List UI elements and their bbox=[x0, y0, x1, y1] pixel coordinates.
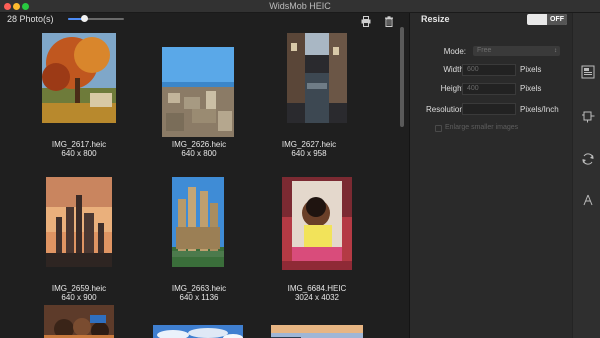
photo-dimensions: 640 x 958 bbox=[291, 149, 327, 158]
height-label: Height: bbox=[440, 84, 466, 93]
thumbnail-size-slider[interactable] bbox=[68, 15, 124, 22]
slider-knob[interactable] bbox=[81, 15, 89, 22]
height-input[interactable]: 400 bbox=[462, 83, 516, 95]
photo-dimensions: 640 x 800 bbox=[181, 149, 217, 158]
toggle-state-label: OFF bbox=[547, 14, 567, 25]
photo-thumbnail[interactable] bbox=[162, 47, 234, 137]
enlarge-smaller-label: Enlarge smaller images bbox=[445, 124, 519, 131]
photo-thumbnail[interactable] bbox=[172, 177, 224, 267]
photo-browser: 28 Photo(s) IMG_2617.heic 640 x 800 IMG_… bbox=[0, 13, 410, 338]
photo-filename: IMG_2626.heic bbox=[171, 140, 227, 149]
resize-toggle[interactable]: OFF bbox=[527, 14, 567, 25]
resolution-input[interactable] bbox=[462, 103, 516, 115]
chevron-updown-icon: ↕ bbox=[554, 48, 557, 54]
photo-filename: IMG_6684.HEIC bbox=[287, 284, 347, 293]
photo-thumbnail[interactable] bbox=[153, 325, 243, 338]
tool-strip bbox=[572, 13, 600, 338]
resolution-label: Resolution: bbox=[425, 105, 466, 114]
print-icon[interactable] bbox=[361, 14, 371, 27]
mode-value: Free bbox=[477, 47, 492, 54]
photo-filename: IMG_2663.heic bbox=[171, 284, 227, 293]
mode-label: Mode: bbox=[443, 47, 466, 56]
photo-dimensions: 640 x 900 bbox=[61, 293, 97, 302]
rotate-icon[interactable] bbox=[581, 152, 595, 166]
width-input[interactable]: 600 bbox=[462, 64, 516, 76]
photo-thumbnail[interactable] bbox=[46, 177, 112, 267]
window-title: WidsMob HEIC bbox=[269, 1, 331, 11]
text-icon[interactable] bbox=[581, 193, 595, 207]
photo-thumbnail[interactable] bbox=[287, 33, 347, 123]
trash-icon[interactable] bbox=[384, 14, 394, 27]
photo-dimensions: 640 x 800 bbox=[61, 149, 97, 158]
mode-select[interactable]: Free ↕ bbox=[473, 46, 560, 56]
photo-filename: IMG_2617.heic bbox=[51, 140, 107, 149]
resize-panel: Resize OFF Mode: Free ↕ Width: 600 Pixel… bbox=[410, 13, 572, 338]
photo-thumbnail[interactable] bbox=[44, 305, 114, 338]
crop-icon[interactable] bbox=[581, 65, 595, 79]
photo-dimensions: 3024 x 4032 bbox=[294, 293, 340, 302]
width-unit: Pixels bbox=[520, 65, 542, 74]
height-unit: Pixels bbox=[520, 84, 542, 93]
photo-dimensions: 640 x 1136 bbox=[179, 293, 219, 302]
photo-filename: IMG_2627.heic bbox=[281, 140, 337, 149]
resolution-unit: Pixels/Inch bbox=[520, 105, 559, 114]
enlarge-smaller-checkbox[interactable] bbox=[435, 125, 442, 132]
title-bar: WidsMob HEIC bbox=[0, 0, 600, 13]
export-icon[interactable] bbox=[581, 109, 595, 123]
photo-grid-scrollbar[interactable] bbox=[400, 27, 404, 127]
photo-grid: IMG_2617.heic 640 x 800 IMG_2626.heic 64 bbox=[0, 27, 400, 338]
photo-thumbnail[interactable] bbox=[42, 33, 116, 123]
resize-title: Resize bbox=[421, 14, 450, 24]
browser-toolbar: 28 Photo(s) bbox=[0, 13, 410, 27]
photo-thumbnail[interactable] bbox=[271, 325, 363, 338]
photo-count: 28 Photo(s) bbox=[7, 14, 54, 24]
width-label: Width: bbox=[443, 65, 466, 74]
photo-filename: IMG_2659.heic bbox=[51, 284, 107, 293]
photo-thumbnail[interactable] bbox=[282, 177, 352, 270]
